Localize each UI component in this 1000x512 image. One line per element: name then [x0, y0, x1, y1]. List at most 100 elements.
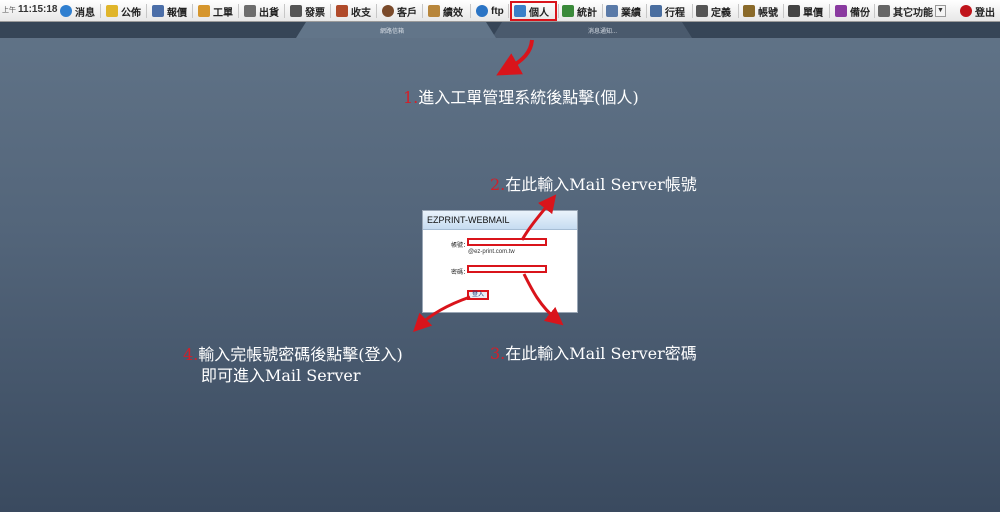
annotation-step-number: 1.: [403, 88, 419, 107]
toolbar-separator: [738, 4, 739, 18]
annotation-step-text: 進入工單管理系統後點擊(個人): [418, 88, 639, 107]
toolbar-item-unit-price[interactable]: 單價: [788, 3, 823, 19]
toolbar-item-invoices[interactable]: 發票: [290, 3, 325, 19]
annotation-step-4-line2: 即可進入Mail Server: [201, 362, 360, 386]
toolbar-item-backup[interactable]: 備份: [835, 3, 870, 19]
toolbar-item-definitions[interactable]: 定義: [696, 3, 731, 19]
annotation-step-number: 2.: [490, 175, 506, 194]
notepad-icon: [106, 5, 118, 17]
clock-ampm: 上午: [2, 7, 16, 14]
toolbar-item-label: 帳號: [758, 7, 778, 19]
toolbar-item-ftp[interactable]: ftp: [476, 3, 504, 19]
toolbar-item-label: 其它功能: [893, 7, 933, 19]
toolbar-separator: [829, 4, 830, 18]
toolbar-item-accounts[interactable]: 帳號: [743, 3, 778, 19]
ftp-icon: [476, 5, 488, 17]
book-icon: [336, 5, 348, 17]
annotation-step-text: 在此輸入Mail Server帳號: [505, 175, 697, 194]
bar-chart-icon: [562, 5, 574, 17]
toolbar-separator: [422, 4, 423, 18]
tab-notifications-label: 消息通知...: [588, 29, 618, 35]
printer-icon: [244, 5, 256, 17]
account-input[interactable]: [467, 238, 547, 246]
toolbar-item-label: 統計: [577, 7, 597, 19]
books-icon: [835, 5, 847, 17]
person-icon: [382, 5, 394, 17]
login-panel-title: EZPRINT-WEBMAIL: [423, 211, 577, 230]
toolbar-item-schedule[interactable]: 行程: [650, 3, 685, 19]
toolbar-item-logout[interactable]: 登出: [960, 3, 995, 19]
toolbar-separator: [508, 4, 509, 18]
clock: 上午 11:15:18: [2, 4, 57, 15]
annotation-step-2: 2.在此輸入Mail Server帳號: [490, 171, 697, 195]
table-icon: [152, 5, 164, 17]
toolbar-item-label: 出貨: [259, 7, 279, 19]
personal-highlight-box: [510, 1, 557, 21]
toolbar-separator: [783, 4, 784, 18]
price-tag-icon: [788, 5, 800, 17]
handshake-icon: [428, 5, 440, 17]
toolbar-item-label: 定義: [711, 7, 731, 19]
toolbar-item-income-expense[interactable]: 收支: [336, 3, 371, 19]
list-icon: [606, 5, 618, 17]
toolbar-item-performance[interactable]: 績效: [428, 3, 463, 19]
toolbar-separator: [874, 4, 875, 18]
toolbar-item-label: 發票: [305, 7, 325, 19]
toolbar-item-label: 報價: [167, 7, 187, 19]
toolbar-separator: [692, 4, 693, 18]
gear-doc-icon: [696, 5, 708, 17]
annotation-step-number: 3.: [490, 344, 506, 363]
tab-webmail-label: 網路信箱: [380, 29, 405, 35]
toolbar-item-label: ftp: [491, 5, 504, 17]
toolbar-item-label: 收支: [351, 7, 371, 19]
toolbar-separator: [376, 4, 377, 18]
toolbar-item-label: 公佈: [121, 7, 141, 19]
annotation-step-number: 4.: [183, 345, 199, 364]
toolbar-item-label: 備份: [850, 7, 870, 19]
toolbar-item-label: 業績: [621, 7, 641, 19]
toolbar-item-customers[interactable]: 客戶: [382, 3, 417, 19]
arrow-step-1: [496, 39, 534, 76]
toolbar-separator: [238, 4, 239, 18]
toolbar-item-work-orders[interactable]: 工單: [198, 3, 233, 19]
toolbar-item-quotes[interactable]: 報價: [152, 3, 187, 19]
webmail-login-panel: EZPRINT-WEBMAIL 帳號： @ez-print.com.tw 密碼：…: [422, 210, 578, 313]
annotation-step-text: 即可進入Mail Server: [201, 366, 361, 385]
toolbar-separator: [100, 4, 101, 18]
toolbar-item-label: 客戶: [397, 7, 417, 19]
annotation-step-1: 1.進入工單管理系統後點擊(個人): [403, 84, 639, 108]
pencil-icon: [198, 5, 210, 17]
lock-icon: [743, 5, 755, 17]
toolbar-separator: [192, 4, 193, 18]
chat-bubble-icon: [60, 5, 72, 17]
toolbar-separator: [284, 4, 285, 18]
toolbar-item-label: 行程: [665, 7, 685, 19]
toolbar-item-statistics[interactable]: 統計: [562, 3, 597, 19]
toolbar-separator: [602, 4, 603, 18]
toolbar-separator: [646, 4, 647, 18]
toolbar-item-shipping[interactable]: 出貨: [244, 3, 279, 19]
clock-time: 11:15:18: [18, 4, 58, 15]
list-box-icon: [878, 5, 890, 17]
toolbar-item-sales[interactable]: 業績: [606, 3, 641, 19]
toolbar-item-announcements[interactable]: 公佈: [106, 3, 141, 19]
toolbar-item-messages[interactable]: 消息: [60, 3, 95, 19]
toolbar-item-label: 工單: [213, 7, 233, 19]
login-button[interactable]: 登入: [467, 290, 489, 300]
annotation-step-text: 在此輸入Mail Server密碼: [505, 344, 697, 363]
power-icon: [960, 5, 972, 17]
chevron-down-icon[interactable]: ▼: [935, 5, 946, 17]
password-input[interactable]: [467, 265, 547, 273]
top-toolbar: 上午 11:15:18 消息 公佈 報價 工單 出貨 發票 收支 客戶 績效 ft…: [0, 0, 1000, 22]
toolbar-item-label: 單價: [803, 7, 823, 19]
toolbar-item-label: 績效: [443, 7, 463, 19]
toolbar-item-label: 登出: [975, 7, 995, 19]
toolbar-item-label: 消息: [75, 7, 95, 19]
toolbar-item-other-functions[interactable]: 其它功能 ▼: [878, 3, 946, 19]
toolbar-separator: [558, 4, 559, 18]
calendar-icon: [650, 5, 662, 17]
toolbar-separator: [470, 4, 471, 18]
domain-hint: @ez-print.com.tw: [468, 249, 515, 255]
annotation-step-3: 3.在此輸入Mail Server密碼: [490, 340, 697, 364]
toolbar-separator: [330, 4, 331, 18]
